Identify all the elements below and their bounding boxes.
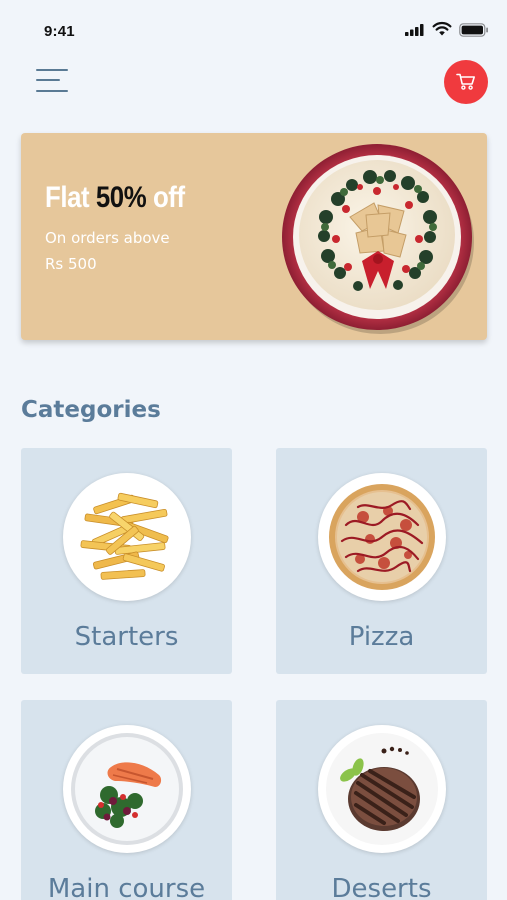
status-bar: 9:41 [0,0,507,50]
chocolate-dessert-image [318,725,446,853]
offer-min-amount: Rs 500 [45,255,97,273]
category-label: Pizza [348,622,415,652]
shopping-cart-icon [456,73,475,90]
category-card-pizza[interactable]: Pizza [276,448,487,674]
pizza-image [282,144,474,334]
category-label: Starters [74,622,179,652]
category-label: Main course [47,874,206,900]
category-card-main-course[interactable]: Main course [21,700,232,900]
offer-subtext: On orders above [45,229,170,247]
pizza-image [318,473,446,601]
category-card-starters[interactable]: Starters [21,448,232,674]
french-fries-image [63,473,191,601]
hamburger-menu-icon [36,69,68,71]
offer-headline: Flat 50% off [45,181,185,214]
cart-button[interactable] [444,60,488,104]
cellular-signal-icon [405,24,424,36]
category-label: Deserts [331,874,432,900]
salmon-salad-plate-image [63,725,191,853]
offer-banner[interactable]: Flat 50% off On orders above Rs 500 [21,133,487,340]
wifi-icon [432,21,452,36]
categories-heading: Categories [21,397,161,423]
battery-icon [459,23,488,37]
status-time: 9:41 [44,23,75,40]
menu-button[interactable] [36,68,68,94]
category-card-deserts[interactable]: Deserts [276,700,487,900]
